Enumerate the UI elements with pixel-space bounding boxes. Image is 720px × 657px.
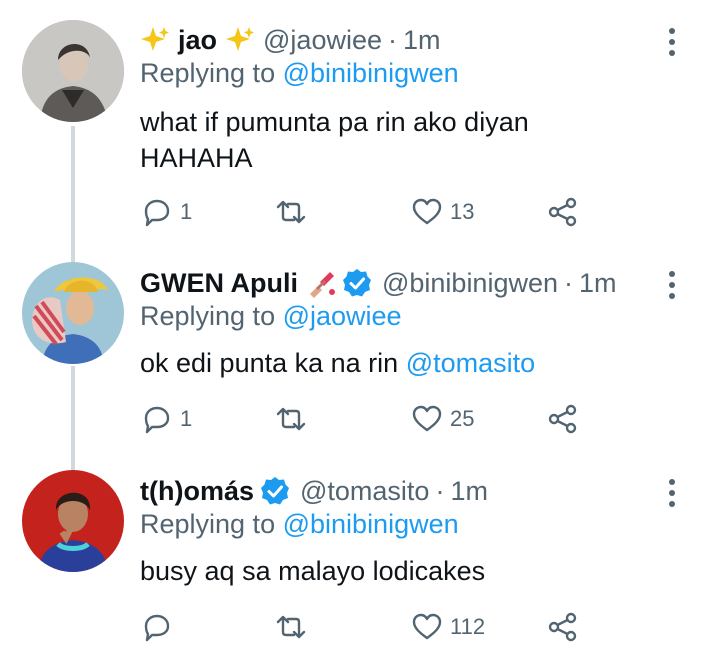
share-icon <box>548 197 577 227</box>
like-count: 13 <box>450 199 475 224</box>
retweet-button[interactable] <box>274 399 314 439</box>
separator: · <box>564 267 573 298</box>
tweet-text: what if pumunta pa rin ako diyan HAHAHA <box>140 104 529 176</box>
avatar-image <box>22 470 124 572</box>
reply-count: 1 <box>180 199 193 224</box>
avatar[interactable] <box>22 470 124 572</box>
tweet-text-content: busy aq sa malayo lodicakes <box>140 556 486 586</box>
timestamp[interactable]: 1m <box>579 268 617 299</box>
reply-button[interactable]: 1 <box>140 399 192 439</box>
tweet-jao[interactable]: jao @jaowiee · 1m Replying to @binibinig… <box>0 0 720 245</box>
replying-to-link[interactable]: @binibinigwen <box>283 509 459 539</box>
heart-icon <box>412 198 442 225</box>
tweet-actions: 112 <box>140 607 600 647</box>
tweet-text-line: HAHAHA <box>140 143 253 173</box>
like-button[interactable]: 25 <box>410 399 474 439</box>
heart-icon <box>412 613 442 640</box>
tweet-header: jao @jaowiee · 1m <box>140 20 441 60</box>
thread-line <box>71 126 75 245</box>
more-options-icon[interactable] <box>668 479 676 507</box>
replying-to: Replying to @binibinigwen <box>140 58 459 89</box>
replying-prefix: Replying to <box>140 58 276 88</box>
tweet-text: ok edi punta ka na rin @tomasito <box>140 345 535 381</box>
verified-badge-icon <box>342 269 371 297</box>
share-button[interactable] <box>546 192 580 232</box>
thread-line <box>71 366 75 455</box>
replying-prefix: Replying to <box>140 301 276 331</box>
thread-line <box>71 245 75 262</box>
user-handle[interactable]: @tomasito <box>300 476 429 507</box>
replying-to-link[interactable]: @jaowiee <box>283 301 402 331</box>
tweet-actions: 1 13 <box>140 192 600 232</box>
user-handle[interactable]: @binibinigwen <box>382 268 558 299</box>
tweet-text-content: ok edi punta ka na rin <box>140 348 399 378</box>
separator: · <box>435 475 445 506</box>
timestamp[interactable]: 1m <box>403 25 441 56</box>
avatar-image <box>22 262 124 364</box>
avatar-image <box>22 20 124 122</box>
avatar[interactable] <box>22 262 124 364</box>
tweet-thomas[interactable]: t(h)omás @tomasito · 1m Replying to @bin… <box>0 455 720 657</box>
nail-polish-icon <box>306 268 336 298</box>
share-icon <box>548 404 577 434</box>
share-button[interactable] <box>546 607 580 647</box>
display-name[interactable]: jao <box>178 25 217 56</box>
heart-icon <box>412 405 442 432</box>
like-button[interactable]: 112 <box>410 607 485 647</box>
tweet-header: t(h)omás @tomasito · 1m <box>140 471 488 511</box>
reply-icon <box>144 614 170 642</box>
reply-count: 1 <box>180 406 193 431</box>
tweet-actions: 1 25 <box>140 399 600 439</box>
retweet-icon <box>276 200 306 224</box>
mention-link[interactable]: @tomasito <box>406 348 535 378</box>
avatar[interactable] <box>22 20 124 122</box>
user-handle[interactable]: @jaowiee <box>263 25 382 56</box>
reply-icon <box>144 199 170 227</box>
display-name[interactable]: t(h)omás <box>140 476 254 507</box>
like-count: 25 <box>450 406 475 431</box>
share-button[interactable] <box>546 399 580 439</box>
more-options-icon[interactable] <box>668 271 676 299</box>
verified-badge-icon <box>261 477 289 505</box>
like-button[interactable]: 13 <box>410 192 474 232</box>
replying-to: Replying to @binibinigwen <box>140 509 459 540</box>
tweet-text: busy aq sa malayo lodicakes <box>140 553 485 589</box>
sparkles-icon <box>225 25 255 55</box>
sparkles-icon <box>140 25 170 55</box>
replying-to: Replying to @jaowiee <box>140 301 402 332</box>
tweet-gwen[interactable]: GWEN Apuli @binibinigwen · 1m Replying t… <box>0 245 720 455</box>
reply-icon <box>144 406 170 434</box>
display-name[interactable]: GWEN Apuli <box>140 268 298 299</box>
retweet-button[interactable] <box>274 192 314 232</box>
reply-button[interactable]: 1 <box>140 192 192 232</box>
tweet-header: GWEN Apuli @binibinigwen · 1m <box>140 263 617 303</box>
retweet-button[interactable] <box>274 607 314 647</box>
timestamp[interactable]: 1m <box>450 476 488 507</box>
thread-line <box>71 455 75 470</box>
like-count: 112 <box>450 614 486 639</box>
retweet-icon <box>276 615 306 639</box>
tweet-text-line: what if pumunta pa rin ako diyan <box>140 107 529 137</box>
more-options-icon[interactable] <box>668 28 676 56</box>
replying-to-link[interactable]: @binibinigwen <box>283 58 459 88</box>
separator: · <box>387 24 397 55</box>
replying-prefix: Replying to <box>140 509 276 539</box>
reply-button[interactable] <box>140 607 180 647</box>
retweet-icon <box>276 407 306 431</box>
share-icon <box>548 612 577 642</box>
